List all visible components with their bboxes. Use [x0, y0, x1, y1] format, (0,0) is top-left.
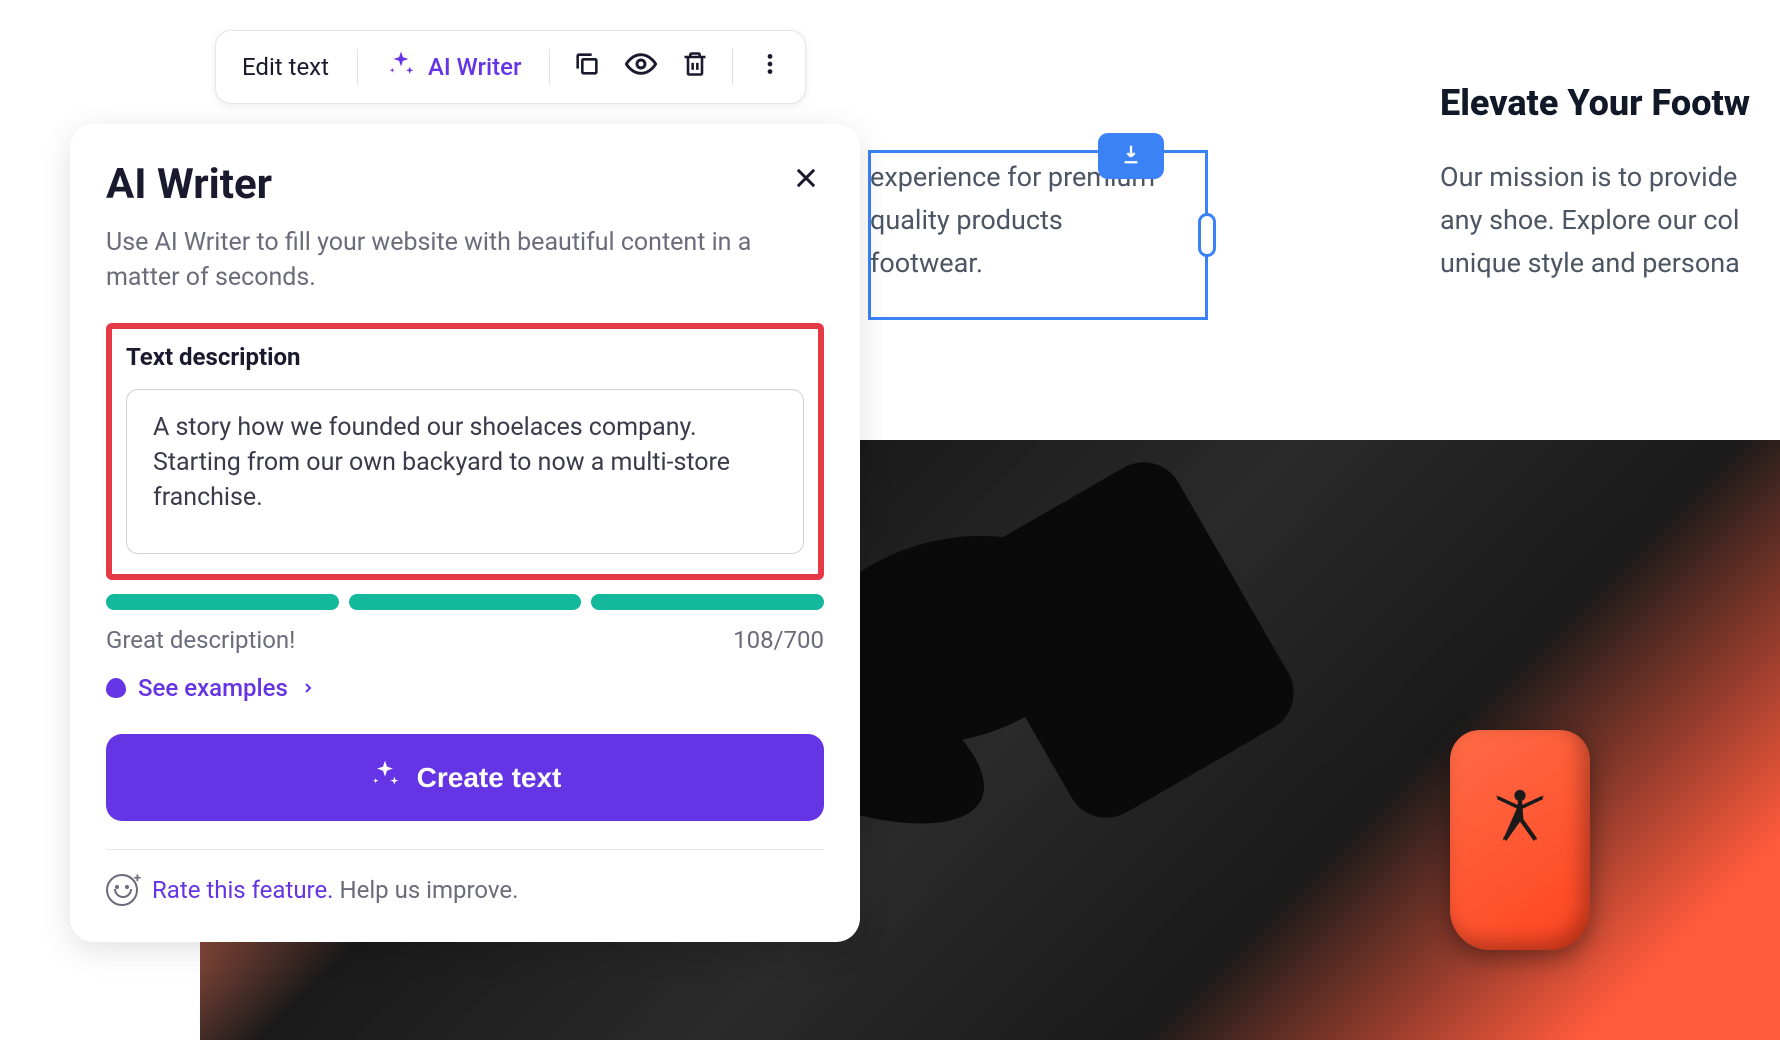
- description-section-highlight: Text description: [106, 323, 824, 580]
- status-text: Great description!: [106, 626, 295, 654]
- visibility-button[interactable]: [624, 50, 658, 84]
- ai-writer-button[interactable]: AI Writer: [378, 43, 530, 91]
- more-vertical-icon: [757, 51, 783, 83]
- character-count: 108/700: [733, 626, 824, 654]
- panel-header: AI Writer: [106, 160, 824, 209]
- close-button[interactable]: [788, 160, 824, 201]
- toolbar-divider: [732, 49, 733, 85]
- see-examples-link[interactable]: See examples: [106, 674, 824, 702]
- text-selection-box[interactable]: [868, 150, 1208, 320]
- close-icon: [792, 162, 820, 200]
- editor-toolbar: Edit text AI Writer: [215, 30, 806, 104]
- panel-title: AI Writer: [106, 160, 272, 209]
- download-icon: [1120, 143, 1142, 169]
- ai-writer-label: AI Writer: [428, 53, 522, 81]
- progress-bar-segment: [591, 594, 824, 610]
- ai-writer-panel: AI Writer Use AI Writer to fill your web…: [70, 124, 860, 942]
- download-badge[interactable]: [1098, 133, 1164, 179]
- see-examples-label: See examples: [138, 674, 288, 702]
- eye-icon: [625, 48, 657, 86]
- description-textarea[interactable]: [126, 389, 804, 554]
- trash-icon: [681, 50, 709, 84]
- progress-bar-segment: [349, 594, 582, 610]
- rate-help-text: Help us improve.: [339, 876, 518, 904]
- description-quality-indicator: [106, 594, 824, 610]
- toolbar-divider: [357, 49, 358, 85]
- chevron-right-icon: [300, 674, 316, 702]
- edit-text-button[interactable]: Edit text: [234, 47, 337, 87]
- create-text-button[interactable]: Create text: [106, 734, 824, 821]
- sparkles-icon: [369, 758, 401, 797]
- panel-subtitle: Use AI Writer to fill your website with …: [106, 225, 824, 295]
- lightbulb-icon: [106, 678, 126, 698]
- edit-text-label: Edit text: [242, 53, 329, 81]
- description-status: Great description! 108/700: [106, 626, 824, 654]
- delete-button[interactable]: [678, 50, 712, 84]
- progress-bar-segment: [106, 594, 339, 610]
- description-label: Text description: [126, 343, 804, 371]
- background-heading: Elevate Your Footw: [1440, 82, 1750, 124]
- create-button-label: Create text: [417, 762, 562, 794]
- rate-feature-section: + Rate this feature. Help us improve.: [106, 849, 824, 906]
- selection-resize-handle[interactable]: [1198, 213, 1216, 257]
- toolbar-divider: [549, 49, 550, 85]
- sparkles-icon: [386, 49, 416, 85]
- more-button[interactable]: [753, 50, 787, 84]
- smiley-plus-icon: +: [106, 874, 138, 906]
- copy-button[interactable]: [570, 50, 604, 84]
- rate-feature-link[interactable]: Rate this feature.: [152, 876, 334, 904]
- copy-icon: [573, 50, 601, 84]
- background-text-2: Our mission is to provide any shoe. Expl…: [1440, 156, 1780, 286]
- shoe-lace-toggle: [1450, 730, 1590, 950]
